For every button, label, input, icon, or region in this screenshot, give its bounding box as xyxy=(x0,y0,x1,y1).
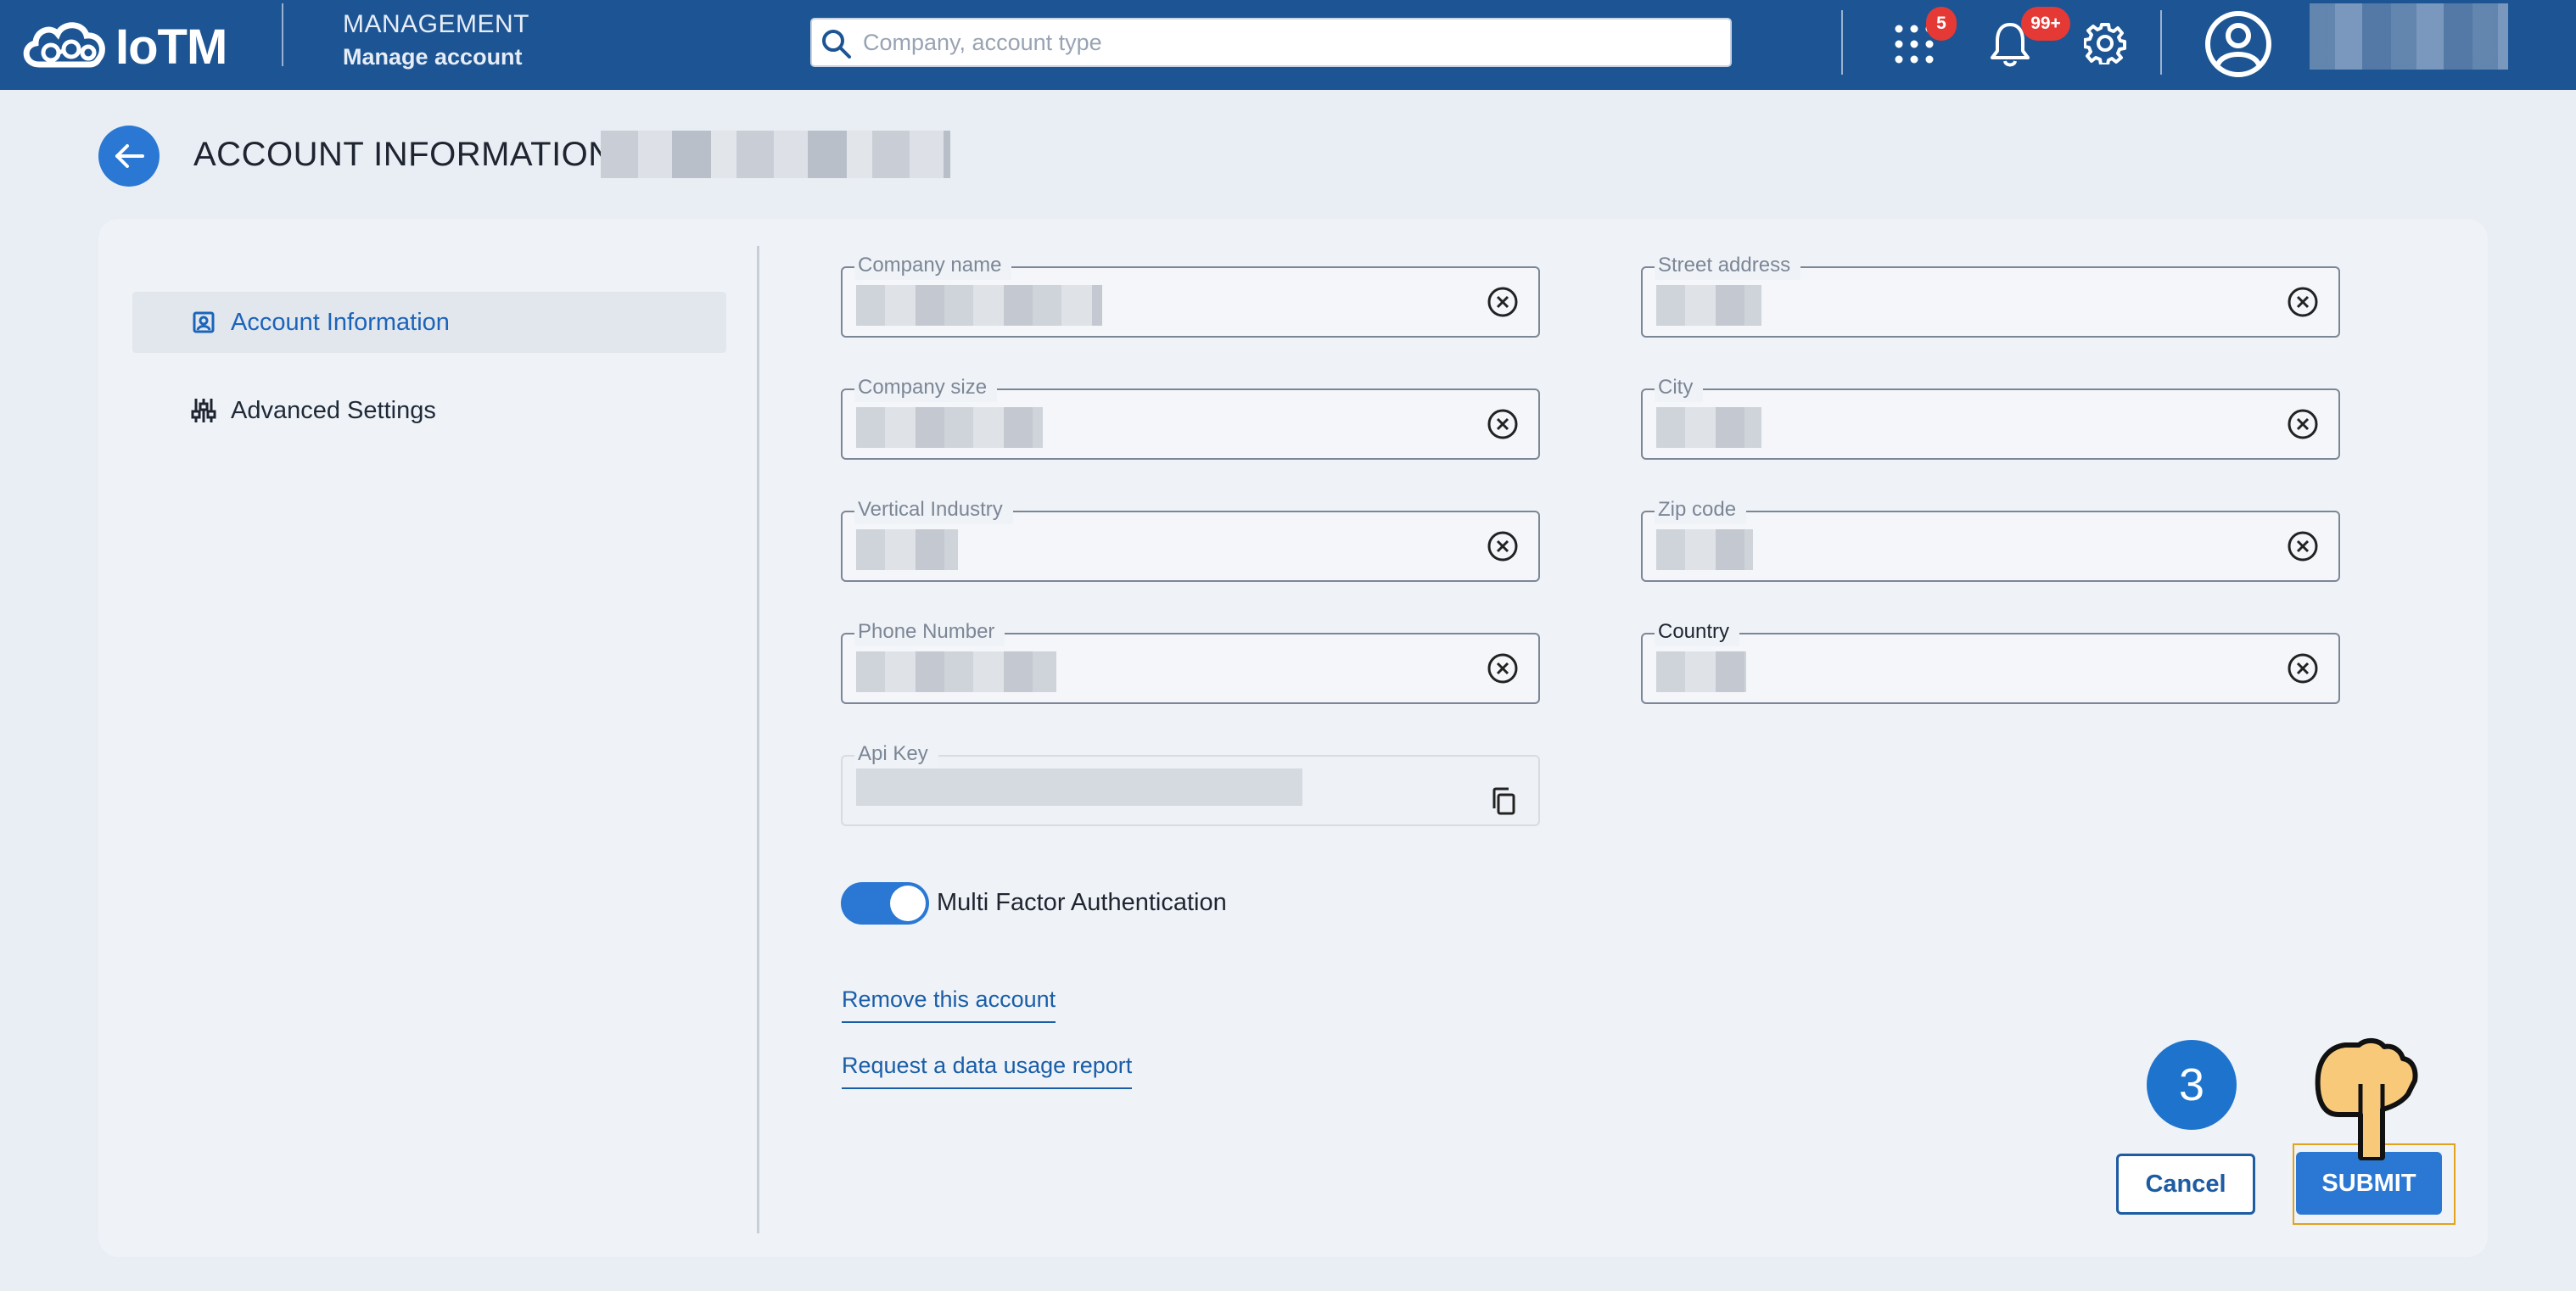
hand-pointer-icon xyxy=(2315,1038,2418,1160)
sidebar-item-account-information[interactable]: Account Information xyxy=(132,292,726,353)
field-label: Country xyxy=(1655,618,1740,646)
divider xyxy=(2160,10,2162,75)
search-icon xyxy=(822,30,851,59)
field-value xyxy=(1656,407,1761,448)
zip-code-field[interactable]: Zip code xyxy=(1641,495,2340,582)
section-subtitle: Manage account xyxy=(343,44,523,70)
field-value xyxy=(1656,285,1761,326)
company-name-field[interactable]: Company name xyxy=(841,251,1540,338)
sidebar-item-label: Advanced Settings xyxy=(231,397,436,424)
field-label: Street address xyxy=(1655,251,1801,280)
content-card xyxy=(98,219,2488,1257)
top-bar: IoTM MANAGEMENT Manage account 5 99+ xyxy=(0,0,2576,90)
field-label: Api Key xyxy=(854,740,938,768)
user-name[interactable] xyxy=(2310,3,2508,70)
logo-text: IoTM xyxy=(115,20,227,75)
field-value xyxy=(1656,651,1746,692)
field-label: City xyxy=(1655,373,1704,402)
clear-icon[interactable] xyxy=(1486,285,1520,319)
field-label: Phone Number xyxy=(854,618,1005,646)
section-title: MANAGEMENT xyxy=(343,10,530,38)
user-avatar-icon[interactable] xyxy=(2203,8,2274,80)
phone-number-field[interactable]: Phone Number xyxy=(841,618,1540,704)
clear-icon[interactable] xyxy=(1486,407,1520,441)
toggle-knob xyxy=(890,886,926,921)
divider xyxy=(1841,10,1843,75)
street-address-field[interactable]: Street address xyxy=(1641,251,2340,338)
company-size-field[interactable]: Company size xyxy=(841,373,1540,460)
mfa-label: Multi Factor Authentication xyxy=(937,889,1227,916)
field-label: Company size xyxy=(854,373,998,402)
search-input[interactable] xyxy=(863,25,1711,60)
account-box-icon xyxy=(193,311,215,333)
cloud-logo-icon xyxy=(23,22,105,68)
page-title: ACCOUNT INFORMATION xyxy=(193,136,613,173)
field-value xyxy=(856,407,1043,448)
field-value xyxy=(856,768,1302,806)
search-box[interactable] xyxy=(810,18,1732,67)
clear-icon[interactable] xyxy=(2286,651,2320,685)
field-value xyxy=(1656,529,1753,570)
submit-button[interactable]: SUBMIT xyxy=(2296,1152,2442,1215)
arrow-left-icon xyxy=(115,144,144,168)
clear-icon[interactable] xyxy=(1486,529,1520,563)
step-indicator: 3 xyxy=(2147,1040,2237,1130)
account-name xyxy=(601,131,950,178)
field-label: Company name xyxy=(854,251,1012,280)
sidebar-item-label: Account Information xyxy=(231,309,450,336)
clear-icon[interactable] xyxy=(1486,651,1520,685)
back-button[interactable] xyxy=(98,126,160,187)
vertical-industry-field[interactable]: Vertical Industry xyxy=(841,495,1540,582)
sliders-icon xyxy=(191,399,216,422)
gear-icon[interactable] xyxy=(2084,22,2126,64)
field-label: Vertical Industry xyxy=(854,495,1013,524)
field-label: Zip code xyxy=(1655,495,1747,524)
copy-icon[interactable] xyxy=(1491,787,1516,816)
vertical-divider xyxy=(757,246,759,1233)
mfa-toggle[interactable] xyxy=(841,882,929,925)
sidebar-item-advanced-settings[interactable]: Advanced Settings xyxy=(132,380,726,441)
remove-account-link[interactable]: Remove this account xyxy=(842,986,1056,1023)
country-field[interactable]: Country xyxy=(1641,618,2340,704)
data-usage-report-link[interactable]: Request a data usage report xyxy=(842,1053,1133,1089)
cancel-button[interactable]: Cancel xyxy=(2116,1154,2255,1215)
field-value xyxy=(856,285,1102,326)
apps-badge: 5 xyxy=(1926,7,1957,41)
clear-icon[interactable] xyxy=(2286,529,2320,563)
iotm-logo[interactable]: IoTM xyxy=(19,12,227,76)
api-key-field[interactable]: Api Key xyxy=(841,740,1540,826)
clear-icon[interactable] xyxy=(2286,407,2320,441)
field-value xyxy=(856,651,1056,692)
field-value xyxy=(856,529,958,570)
divider xyxy=(282,3,283,66)
clear-icon[interactable] xyxy=(2286,285,2320,319)
city-field[interactable]: City xyxy=(1641,373,2340,460)
notifications-badge: 99+ xyxy=(2021,7,2070,41)
